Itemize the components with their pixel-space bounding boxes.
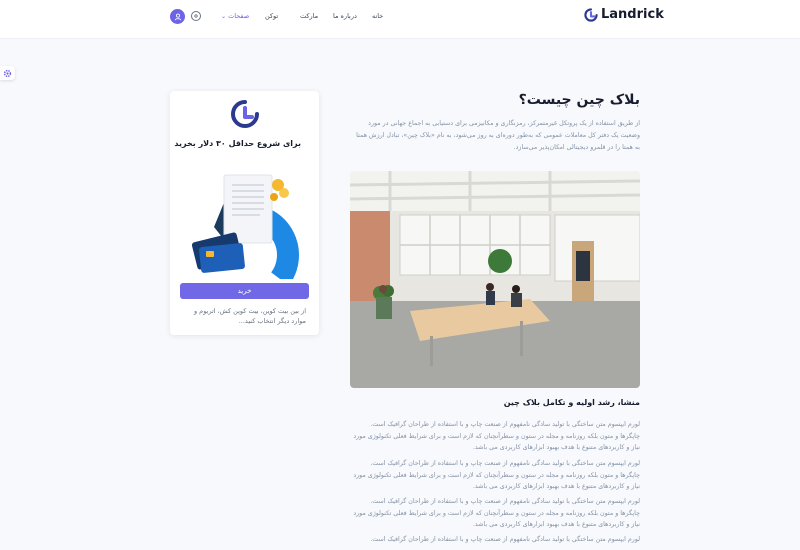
office-image: [350, 171, 640, 388]
card-heading: برای شروع حداقل ۳۰ دلار بخرید: [174, 139, 301, 148]
settings-icon: [194, 14, 198, 18]
section-title: منشا، رشد اولیه و تکامل بلاک چین: [503, 398, 640, 407]
landrick-logo-icon: [584, 7, 598, 22]
nav-item-market[interactable]: مارکت: [300, 12, 318, 20]
crypto-cards-illustration: [191, 174, 299, 279]
nav-item-token[interactable]: توکن: [265, 12, 278, 20]
purchase-card: برای شروع حداقل ۳۰ دلار بخرید خرید از بی…: [170, 91, 319, 335]
article-intro: از طریق استفاده از یک پروتکل غیرمتمرکز، …: [356, 120, 640, 151]
account-button[interactable]: [170, 9, 185, 24]
theme-settings-toggle[interactable]: [0, 66, 15, 80]
article-paragraph: لورم ایپسوم متن ساختگی با تولید سادگی نا…: [370, 536, 640, 543]
user-icon: [174, 13, 181, 20]
card-description: از بین بیت کوین، بیت کوین کش، اتریوم و م…: [193, 307, 306, 325]
article-title: بلاک چین چیست؟: [518, 92, 640, 108]
settings-button[interactable]: [191, 11, 201, 21]
office-photo: [350, 171, 640, 388]
article-paragraph: لورم ایپسوم متن ساختگی با تولید سادگی نا…: [353, 421, 640, 451]
nav-item-home[interactable]: خانه: [372, 12, 383, 20]
gear-icon: [3, 69, 12, 77]
chevron-down-icon: ⌄: [221, 13, 227, 20]
top-navbar: Landrick خانه درباره ما مارکت توکن ⌄ صفح…: [0, 0, 800, 39]
nav-item-pages[interactable]: ⌄ صفحات: [218, 12, 249, 20]
article-paragraph: لورم ایپسوم متن ساختگی با تولید سادگی نا…: [353, 460, 640, 490]
brand-name: Landrick: [601, 7, 664, 22]
buy-button[interactable]: خرید: [180, 283, 309, 299]
brand-logo[interactable]: Landrick: [584, 7, 664, 22]
nav-item-pages-label: صفحات: [228, 12, 250, 20]
nav-item-about[interactable]: درباره ما: [333, 12, 357, 20]
card-logo-icon: [231, 100, 259, 128]
article-paragraph: لورم ایپسوم متن ساختگی با تولید سادگی نا…: [353, 498, 640, 528]
